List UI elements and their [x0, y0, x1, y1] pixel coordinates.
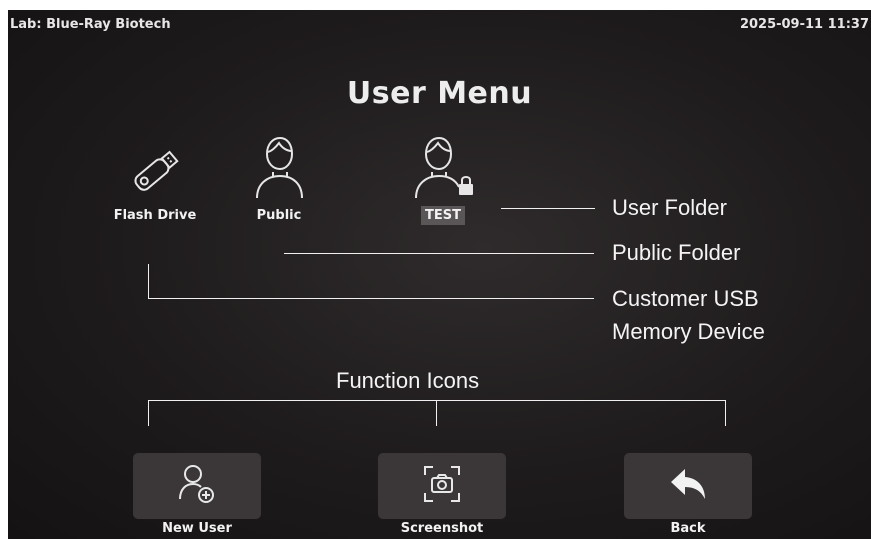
date-time: 2025-09-11 11:37	[739, 17, 869, 32]
back-label: Back	[670, 521, 706, 536]
new-user-button[interactable]	[133, 453, 261, 519]
device-screen: Lab: Blue-Ray Biotech 2025-09-11 11:37 U…	[8, 10, 871, 539]
callout-public-folder: Public Folder	[612, 240, 741, 265]
bracket-horizontal	[148, 400, 726, 401]
page-title: User Menu	[346, 76, 533, 111]
callout-user-folder: User Folder	[612, 195, 727, 220]
flash-drive-icon	[134, 150, 179, 191]
back-arrow-icon	[671, 469, 705, 499]
bracket-middle	[436, 400, 437, 426]
add-user-icon	[179, 465, 214, 503]
callout-line-user-folder	[501, 208, 595, 209]
folder-test[interactable]: TEST	[388, 132, 498, 225]
lab-name: Lab: Blue-Ray Biotech	[10, 17, 171, 32]
user-icon	[256, 136, 303, 199]
callout-usb-line1: Customer USB	[612, 286, 759, 311]
callout-line-usb-horizontal	[148, 298, 594, 299]
bracket-right	[725, 400, 726, 426]
folder-public[interactable]: Public	[224, 132, 334, 225]
screenshot-button[interactable]	[378, 453, 506, 519]
back-button[interactable]	[624, 453, 752, 519]
status-bar: Lab: Blue-Ray Biotech 2025-09-11 11:37	[8, 10, 871, 38]
folder-flash-drive[interactable]: Flash Drive	[100, 142, 210, 225]
bracket-left	[148, 400, 149, 426]
camera-icon	[424, 466, 460, 502]
folder-label: Public	[256, 208, 302, 223]
callout-line-usb-vertical	[148, 264, 149, 299]
callout-usb-line2: Memory Device	[612, 319, 765, 344]
folder-label-selected: TEST	[421, 206, 465, 225]
new-user-label: New User	[162, 521, 232, 536]
callout-line-public-folder	[284, 253, 594, 254]
callout-function-icons: Function Icons	[336, 368, 480, 393]
locked-user-icon	[415, 136, 473, 199]
screenshot-label: Screenshot	[400, 521, 484, 536]
folder-label: Flash Drive	[113, 208, 197, 223]
